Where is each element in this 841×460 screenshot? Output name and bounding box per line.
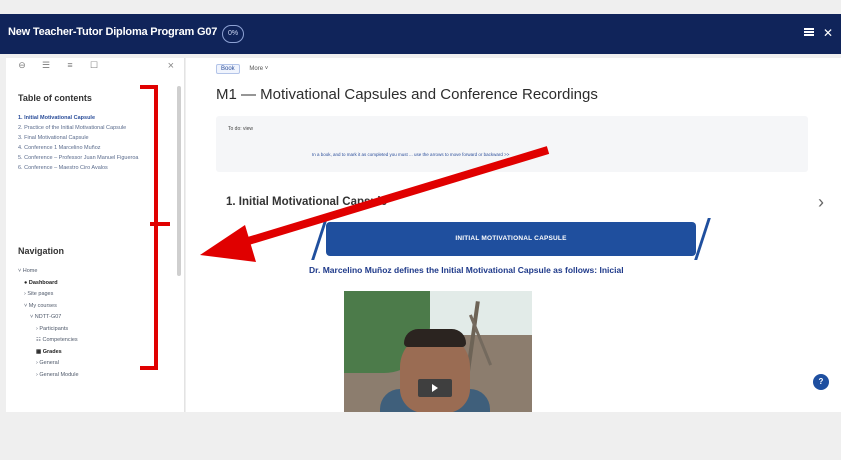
toc-item[interactable]: 3. Final Motivational Capsule xyxy=(18,133,162,143)
toc-item[interactable]: 5. Conference – Professor Juan Manuel Fi… xyxy=(18,153,162,163)
expand-icon[interactable]: ☐ xyxy=(86,60,102,74)
sidebar-close-icon[interactable]: × xyxy=(168,60,174,72)
capsule-banner: INITIAL MOTIVATIONAL CAPSULE xyxy=(311,218,711,260)
play-icon[interactable] xyxy=(418,379,452,397)
sidebar-scrollbar[interactable] xyxy=(177,86,181,276)
page-title: M1 — Motivational Capsules and Conferenc… xyxy=(216,86,598,103)
todo-label: To do: view xyxy=(228,126,254,132)
video-speaker-hair xyxy=(404,329,466,347)
toc-title: Table of contents xyxy=(18,93,92,103)
banner-right-edge xyxy=(694,218,711,260)
toc-item[interactable]: 1. Initial Motivational Capsule xyxy=(18,113,162,123)
banner-left-edge xyxy=(311,218,328,260)
nav-item-my-courses[interactable]: ˅ My courses xyxy=(18,301,168,313)
header-actions: ✕ xyxy=(798,26,833,40)
help-button[interactable]: ? xyxy=(813,374,829,390)
toc-item[interactable]: 2. Practice of the Initial Motivational … xyxy=(18,123,162,133)
completion-info-box: To do: view In a book, and to mark it as… xyxy=(216,116,808,172)
nav-item-competencies[interactable]: ☷ Competencies xyxy=(18,335,168,347)
nav-item-home[interactable]: ˅ Home xyxy=(18,266,168,278)
course-title[interactable]: New Teacher-Tutor Diploma Program G07 xyxy=(8,26,217,38)
list-view-icon[interactable]: ☰ xyxy=(38,60,54,74)
grid-view-icon[interactable]: ≡ xyxy=(62,60,78,74)
nav-item-course[interactable]: ˅ NDTT-G07 xyxy=(18,312,168,324)
video-player[interactable] xyxy=(344,291,532,412)
tab-book[interactable]: Book xyxy=(216,64,240,74)
definition-text: Dr. Marcelino Muñoz defines the Initial … xyxy=(309,265,624,275)
toc-item[interactable]: 4. Conference 1 Marcelino Muñoz xyxy=(18,143,162,153)
toc-list: 1. Initial Motivational Capsule 2. Pract… xyxy=(18,113,162,173)
nav-item-site-pages[interactable]: › Site pages xyxy=(18,289,168,301)
book-tabs: Book More ˅ xyxy=(216,64,268,74)
banner-text: INITIAL MOTIVATIONAL CAPSULE xyxy=(455,235,567,242)
nav-item-dashboard[interactable]: ● Dashboard xyxy=(18,278,168,290)
sidebar-toolbar: ⊖ ☰ ≡ ☐ × xyxy=(14,60,174,76)
nav-item-general-module[interactable]: › General Module xyxy=(18,370,168,382)
nav-item-grades[interactable]: ▦ Grades xyxy=(18,347,168,359)
course-sidebar: ⊖ ☰ ≡ ☐ × Table of contents 1. Initial M… xyxy=(6,58,185,412)
nav-item-general[interactable]: › General xyxy=(18,358,168,370)
course-header: New Teacher-Tutor Diploma Program G07 0%… xyxy=(0,14,841,54)
section-heading: 1. Initial Motivational Capsule xyxy=(226,196,388,208)
sidebar-view-icon[interactable]: ⊖ xyxy=(14,60,30,74)
navigation-hint: In a book, and to mark it as completed y… xyxy=(312,152,510,157)
nav-item-participants[interactable]: › Participants xyxy=(18,324,168,336)
next-page-icon[interactable]: › xyxy=(818,192,824,213)
close-icon[interactable]: ✕ xyxy=(823,26,833,40)
navigation-list: ˅ Home ● Dashboard › Site pages ˅ My cou… xyxy=(18,266,168,381)
progress-badge: 0% xyxy=(222,25,244,43)
main-content: Book More ˅ M1 — Motivational Capsules a… xyxy=(186,58,841,412)
menu-icon[interactable] xyxy=(803,26,817,40)
toc-item[interactable]: 6. Conference – Maestro Ciro Avalos xyxy=(18,163,162,173)
tab-more[interactable]: More ˅ xyxy=(249,66,268,72)
navigation-title: Navigation xyxy=(18,246,65,256)
